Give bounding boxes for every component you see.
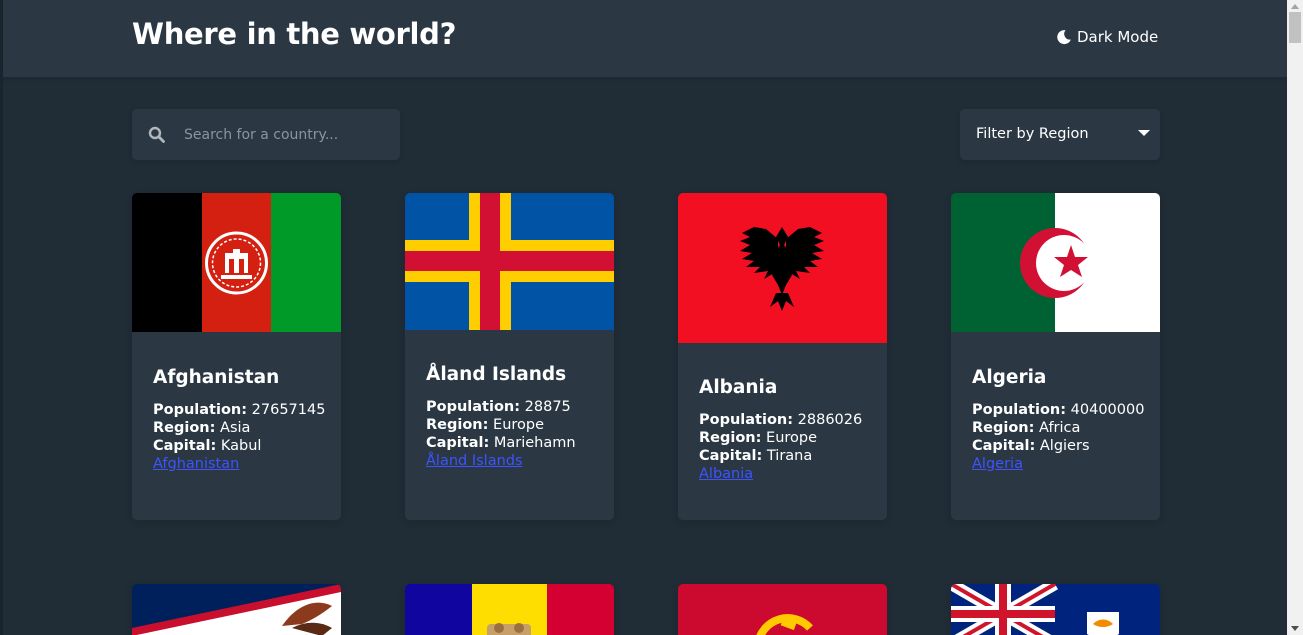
top-header: Where in the world? Dark Mode [0, 0, 1287, 77]
capital-value: Tirana [766, 448, 813, 464]
country-name: Afghanistan [153, 367, 280, 388]
moon-icon [1057, 30, 1071, 45]
population-label: Population: [972, 402, 1067, 418]
country-link[interactable]: Albania [699, 465, 879, 483]
region-value: Asia [220, 420, 251, 436]
region-label: Region: [153, 420, 216, 436]
population-value: 28875 [524, 399, 571, 415]
country-card-andorra[interactable] [405, 584, 614, 635]
browser-frame: Where in the world? Dark Mode Filter by … [0, 0, 1303, 635]
region-filter-label: Filter by Region [976, 126, 1089, 142]
country-link[interactable]: Afghanistan [153, 455, 333, 473]
country-link[interactable]: Åland Islands [426, 452, 606, 470]
capital-label: Capital: [699, 448, 763, 464]
country-info: Albania Population: 2886026 Region: Euro… [699, 377, 879, 483]
country-stats: Population: 40400000 Region: Africa Capi… [972, 401, 1152, 473]
dark-mode-toggle[interactable]: Dark Mode [1056, 27, 1158, 47]
region-label: Region: [699, 430, 762, 446]
region-label: Region: [426, 417, 489, 433]
algeria-flag [951, 193, 1160, 332]
population-value: 27657145 [251, 402, 326, 418]
capital-label: Capital: [153, 438, 217, 454]
window-left-edge [0, 0, 3, 635]
population-value: 2886026 [797, 412, 863, 428]
albania-flag [678, 193, 887, 343]
country-info: Afghanistan Population: 27657145 Region:… [153, 367, 333, 473]
scroll-down-arrow-icon[interactable] [1291, 626, 1299, 631]
country-name: Albania [699, 377, 778, 398]
andorra-flag [405, 584, 614, 635]
capital-label: Capital: [426, 435, 490, 451]
anguilla-flag [951, 584, 1160, 635]
country-card-albania[interactable]: Albania Population: 2886026 Region: Euro… [678, 193, 887, 520]
country-stats: Population: 2886026 Region: Europe Capit… [699, 411, 879, 483]
search-box[interactable] [132, 109, 400, 160]
country-link[interactable]: Algeria [972, 455, 1152, 473]
country-info: Algeria Population: 40400000 Region: Afr… [972, 367, 1152, 473]
population-value: 40400000 [1070, 402, 1145, 418]
country-stats: Population: 28875 Region: Europe Capital… [426, 398, 606, 470]
afghanistan-flag [132, 193, 341, 332]
page-title: Where in the world? [132, 17, 457, 51]
capital-label: Capital: [972, 438, 1036, 454]
search-icon [148, 126, 165, 143]
capital-value: Algiers [1039, 438, 1090, 454]
country-card-angola[interactable] [678, 584, 887, 635]
capital-value: Mariehamn [493, 435, 576, 451]
dark-mode-label: Dark Mode [1077, 28, 1159, 46]
american-samoa-flag [132, 584, 341, 635]
region-filter-dropdown[interactable]: Filter by Region [960, 109, 1160, 160]
population-label: Population: [153, 402, 248, 418]
country-name: Algeria [972, 367, 1047, 388]
angola-flag [678, 584, 887, 635]
scroll-up-arrow-icon[interactable] [1291, 4, 1299, 9]
country-stats: Population: 27657145 Region: Asia Capita… [153, 401, 333, 473]
search-input[interactable] [184, 109, 392, 160]
capital-value: Kabul [220, 438, 262, 454]
country-name: Åland Islands [426, 364, 567, 385]
app: Where in the world? Dark Mode Filter by … [0, 0, 1287, 635]
vertical-scrollbar[interactable] [1287, 0, 1303, 635]
country-card-aland-islands[interactable]: Åland Islands Population: 28875 Region: … [405, 193, 614, 520]
population-label: Population: [699, 412, 794, 428]
caret-down-icon [1138, 130, 1150, 136]
region-value: Europe [766, 430, 818, 446]
country-card-afghanistan[interactable]: Afghanistan Population: 27657145 Region:… [132, 193, 341, 520]
country-info: Åland Islands Population: 28875 Region: … [426, 364, 606, 470]
population-label: Population: [426, 399, 521, 415]
scrollbar-thumb[interactable] [1289, 12, 1301, 43]
country-card-algeria[interactable]: Algeria Population: 40400000 Region: Afr… [951, 193, 1160, 520]
country-card-anguilla[interactable] [951, 584, 1160, 635]
region-label: Region: [972, 420, 1035, 436]
region-value: Europe [493, 417, 545, 433]
country-card-american-samoa[interactable] [132, 584, 341, 635]
aland-islands-flag [405, 193, 614, 330]
region-value: Africa [1039, 420, 1081, 436]
